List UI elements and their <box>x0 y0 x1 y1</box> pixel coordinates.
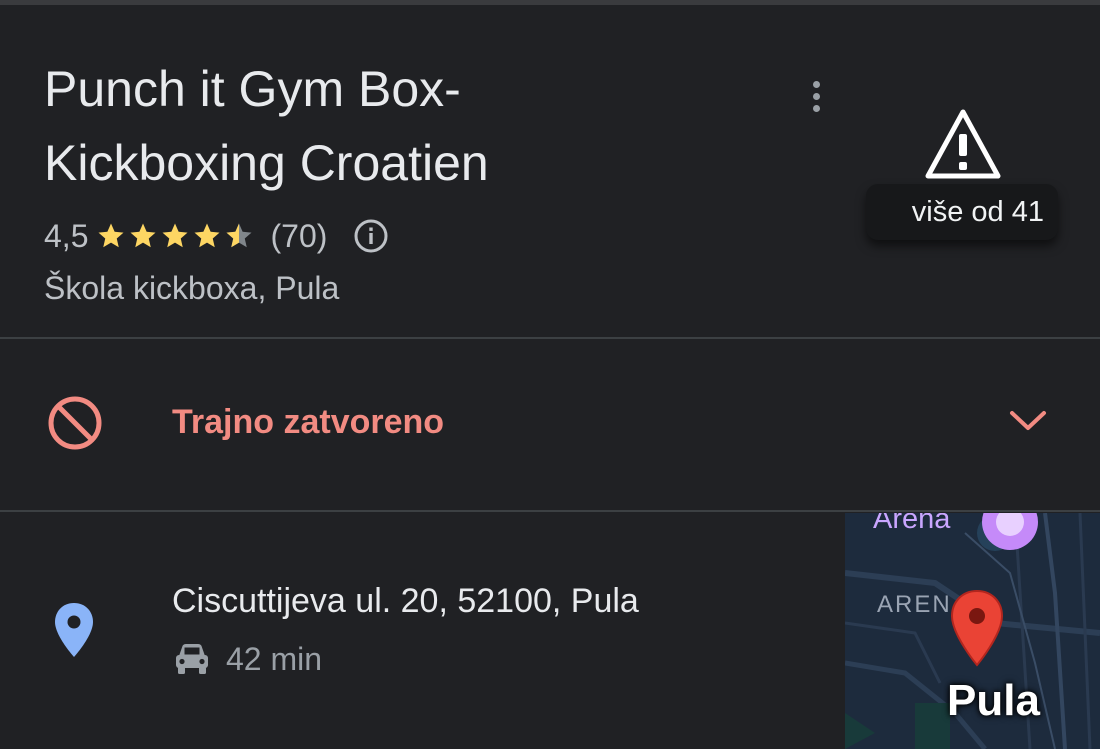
rating-value: 4,5 <box>44 217 89 254</box>
purple-poi-icon <box>982 513 1038 550</box>
car-icon <box>176 644 208 674</box>
more-vert-icon <box>812 80 820 112</box>
warning-chip[interactable]: više od 41 <box>866 184 1058 240</box>
travel-time-row: 42 min <box>172 635 322 683</box>
travel-time: 42 min <box>226 640 323 677</box>
place-title: Punch it Gym Box- Kickboxing Croatien <box>44 52 764 200</box>
more-options-button[interactable] <box>798 72 834 120</box>
map-label-arena-district: AREN <box>877 591 952 618</box>
location-pin-icon <box>55 603 93 657</box>
half-star-icon <box>226 223 252 248</box>
star-icon <box>130 223 156 248</box>
map-thumbnail[interactable]: Arena AREN Pula <box>845 513 1100 749</box>
rating-row: 4,5 (70) <box>44 212 389 260</box>
star-icon <box>194 223 220 248</box>
chevron-down-icon[interactable] <box>1006 406 1050 436</box>
star-icon <box>98 223 124 248</box>
map-label-city: Pula <box>947 676 1040 725</box>
place-details-panel: Punch it Gym Box- Kickboxing Croatien vi… <box>0 0 1100 749</box>
no-entry-icon <box>48 396 102 450</box>
top-divider <box>0 0 1100 5</box>
address-row[interactable]: Ciscuttijeva ul. 20, 52100, Pula 42 min <box>0 513 845 749</box>
info-icon[interactable] <box>353 218 389 254</box>
address-text: Ciscuttijeva ul. 20, 52100, Pula <box>172 582 639 620</box>
star-rating <box>96 221 256 251</box>
star-icon <box>162 223 188 248</box>
divider <box>0 337 1100 339</box>
divider <box>0 510 1100 512</box>
business-status-label: Trajno zatvoreno <box>172 403 445 441</box>
warning-triangle-icon[interactable] <box>925 108 1001 180</box>
review-count[interactable]: (70) <box>270 218 327 255</box>
place-title-line-2: Kickboxing Croatien <box>44 135 489 191</box>
map-label-arena: Arena <box>873 513 951 535</box>
place-category[interactable]: Škola kickboxa, Pula <box>44 264 339 312</box>
business-status-row[interactable]: Trajno zatvoreno <box>0 340 1100 510</box>
red-map-marker-icon <box>950 589 1004 667</box>
place-title-line-1: Punch it Gym Box- <box>44 61 461 117</box>
